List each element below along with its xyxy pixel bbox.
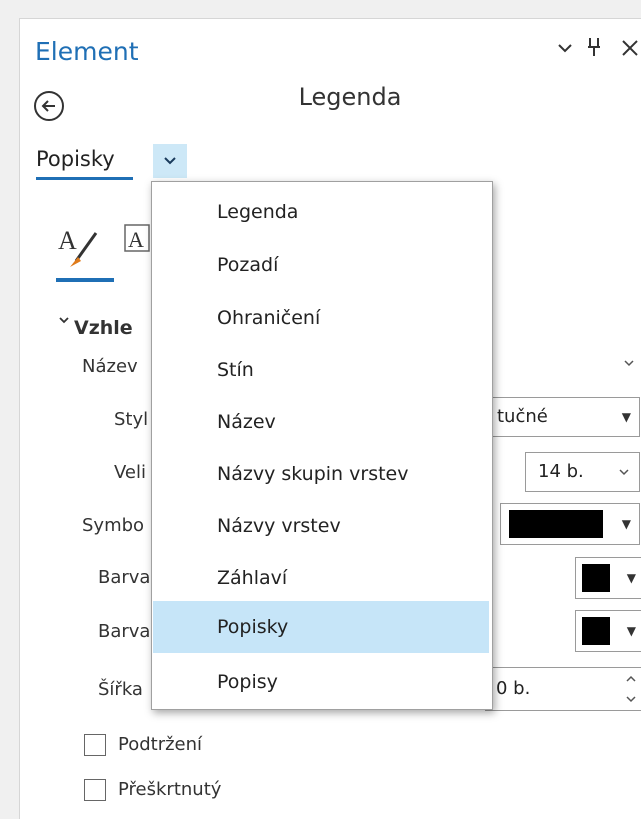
underline-checkbox[interactable] [84, 734, 106, 756]
width-spinner[interactable]: 0 b. [485, 667, 641, 711]
text-properties-tab-icon[interactable]: A [122, 219, 152, 271]
section-appearance-header[interactable]: Vzhle [74, 317, 133, 339]
menu-item-ohraniceni[interactable]: Ohraničení [153, 292, 489, 344]
menu-item-popisy[interactable]: Popisy [153, 656, 489, 708]
close-icon[interactable] [620, 38, 640, 64]
chevron-collapse-icon[interactable] [58, 314, 70, 330]
size-select[interactable]: 14 b. [525, 452, 640, 492]
color-swatch-2 [582, 617, 610, 645]
symbol-color-swatch [509, 510, 603, 538]
caret-down-icon: ▼ [621, 517, 631, 531]
style-label: Styl [114, 409, 149, 430]
caret-down-icon: ▼ [621, 410, 631, 424]
symbol-select[interactable]: ▼ [500, 503, 640, 545]
element-selector-dropdown-button[interactable] [153, 144, 187, 178]
strikethrough-checkbox[interactable] [84, 779, 106, 801]
underline-label: Podtržení [118, 734, 203, 755]
width-value: 0 b. [496, 678, 531, 699]
text-symbol-tab-icon[interactable]: A [56, 219, 116, 271]
svg-text:A: A [128, 227, 144, 252]
name-label: Název [82, 356, 138, 377]
size-chevron-icon [617, 463, 631, 484]
spin-down-icon[interactable] [624, 690, 638, 711]
symbol-label: Symbo [82, 515, 145, 536]
element-name: Legenda [298, 83, 402, 111]
size-label: Veli [114, 462, 146, 483]
color-picker-1[interactable]: ▼ [575, 557, 641, 599]
spin-up-icon[interactable] [624, 670, 638, 691]
name-chevron-icon[interactable] [622, 355, 636, 374]
color-label-1: Barva [98, 567, 151, 588]
caret-down-icon: ▼ [626, 624, 636, 638]
menu-item-nazvy-skupin-vrstev[interactable]: Názvy skupin vrstev [153, 448, 489, 500]
element-selector-label[interactable]: Popisky [36, 147, 115, 171]
pane-title: Element [35, 37, 139, 66]
selector-underline [36, 177, 133, 180]
menu-item-nazev[interactable]: Název [153, 396, 489, 448]
color-swatch-1 [582, 564, 610, 592]
menu-item-zahlavi[interactable]: Záhlaví [153, 552, 489, 604]
color-label-2: Barva [98, 621, 151, 642]
chevron-down-icon[interactable] [557, 37, 573, 63]
svg-text:A: A [58, 226, 77, 255]
active-tab-indicator [56, 278, 114, 282]
style-value: tučné [497, 406, 548, 427]
menu-item-pozadi[interactable]: Pozadí [153, 239, 489, 291]
caret-down-icon: ▼ [626, 571, 636, 585]
pin-icon[interactable] [586, 36, 602, 64]
color-picker-2[interactable]: ▼ [575, 610, 641, 652]
menu-item-stin[interactable]: Stín [153, 344, 489, 396]
menu-item-popisky[interactable]: Popisky [153, 601, 489, 653]
width-label: Šířka [98, 679, 143, 700]
element-dropdown-menu: Legenda Pozadí Ohraničení Stín Název Náz… [151, 181, 493, 710]
style-select[interactable]: tučné ▼ [490, 397, 640, 437]
menu-item-legenda[interactable]: Legenda [153, 186, 489, 238]
strikethrough-label: Přeškrtnutý [118, 779, 222, 800]
size-value: 14 b. [538, 461, 584, 482]
menu-item-nazvy-vrstev[interactable]: Názvy vrstev [153, 500, 489, 552]
